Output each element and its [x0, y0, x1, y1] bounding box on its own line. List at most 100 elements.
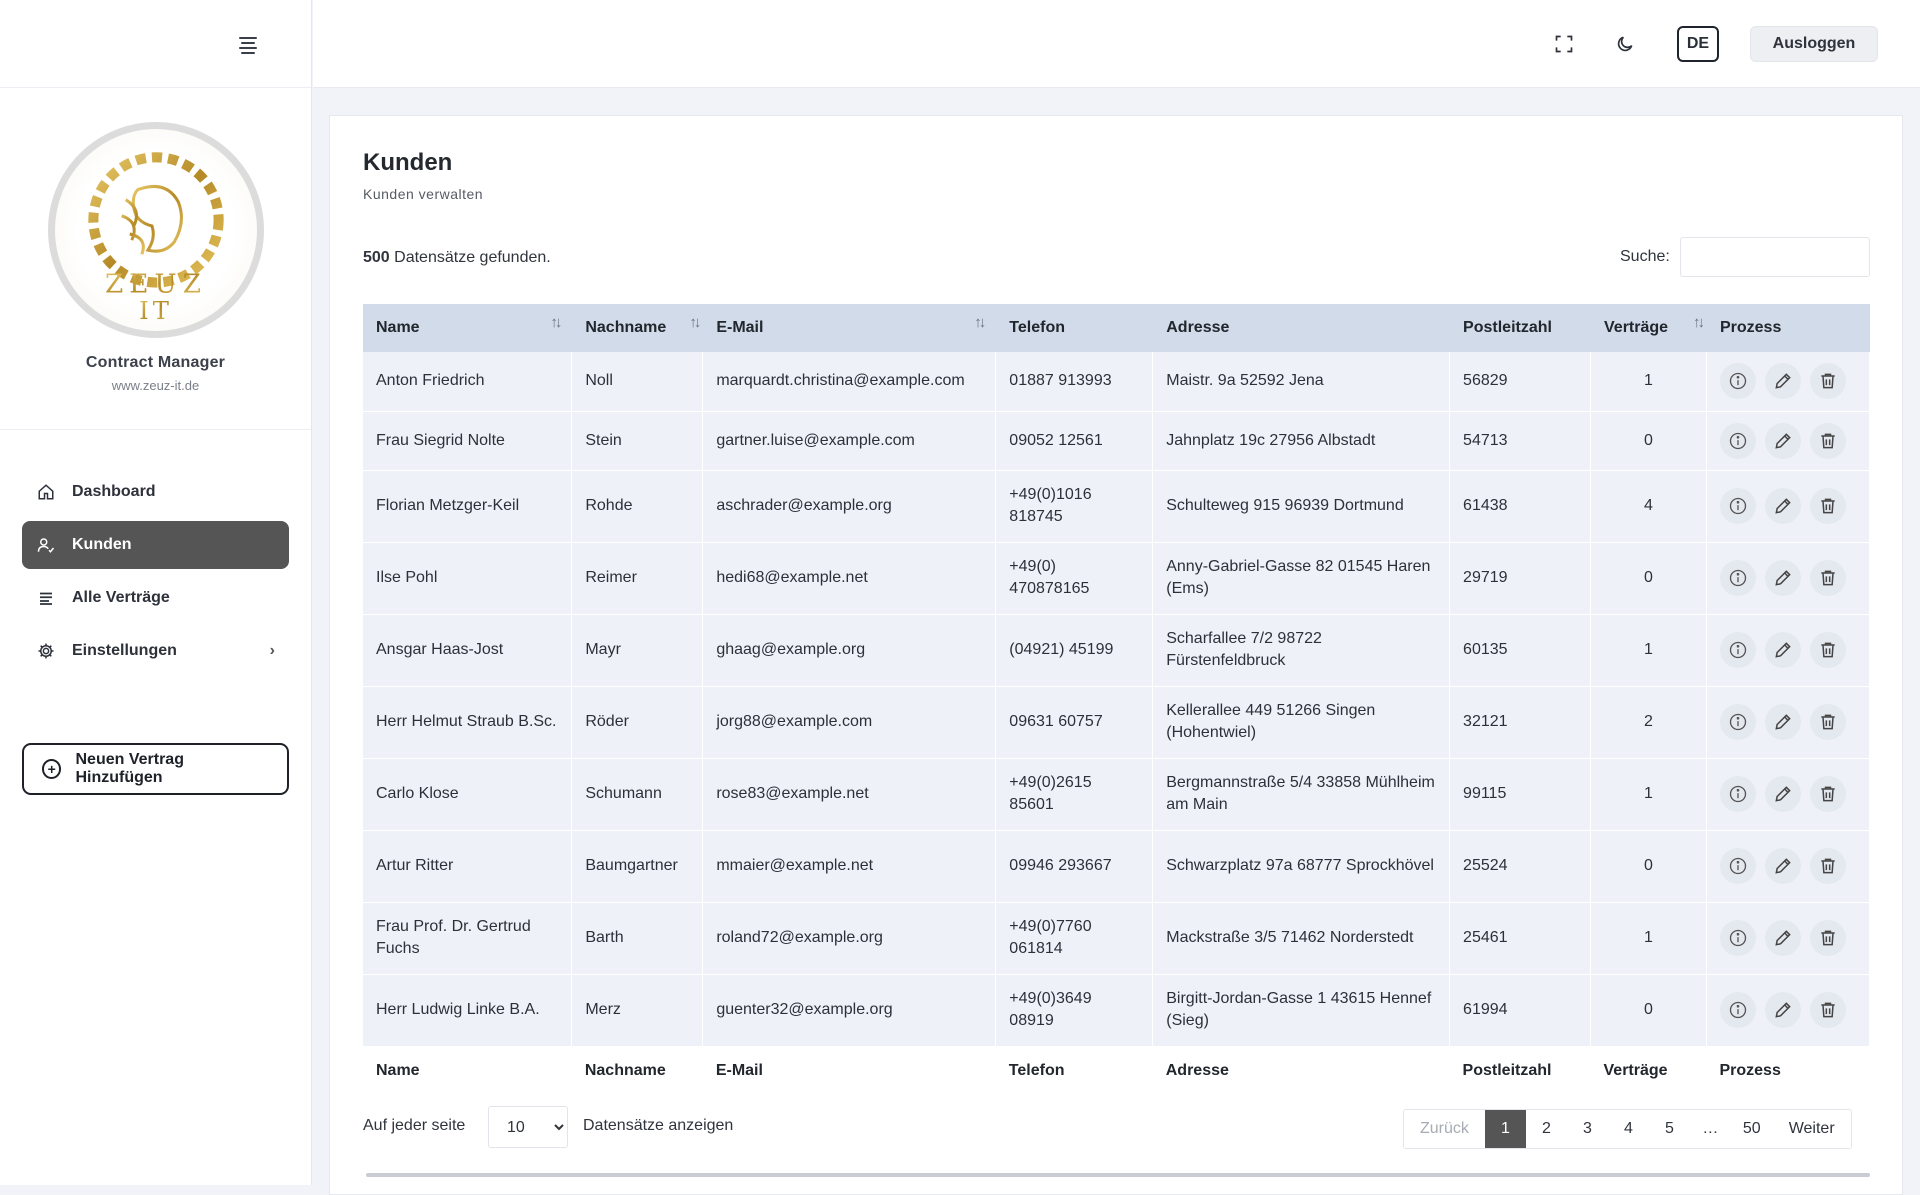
- column-header-label: Adresse: [1166, 319, 1230, 336]
- delete-icon[interactable]: [1809, 632, 1846, 668]
- edit-icon[interactable]: [1764, 704, 1801, 740]
- sidebar-item-kunden[interactable]: Kunden: [22, 521, 289, 569]
- table-header-row: Name ↑↓ Nachname ↑↓ E-Mail ↑↓ Telefon Adres…: [363, 304, 1871, 352]
- row-actions: [1719, 422, 1856, 459]
- record-count-text: Datensätze gefunden.: [394, 249, 551, 266]
- delete-icon[interactable]: [1809, 920, 1846, 956]
- footer-label-name: Name: [363, 1045, 572, 1096]
- delete-icon[interactable]: [1809, 363, 1846, 400]
- column-header-name[interactable]: Name ↑↓: [363, 304, 573, 352]
- info-icon[interactable]: [1719, 920, 1756, 956]
- sidebar-item-alle-vertraege[interactable]: Alle Verträge: [22, 574, 289, 622]
- edit-icon[interactable]: [1764, 992, 1801, 1028]
- per-page-select[interactable]: 10: [488, 1106, 568, 1148]
- pagination-next-button[interactable]: Weiter: [1772, 1110, 1851, 1148]
- logout-button[interactable]: Ausloggen: [1750, 26, 1878, 62]
- add-contract-button[interactable]: + Neuen Vertrag Hinzufügen: [22, 743, 289, 795]
- sort-icon[interactable]: ↑↓: [689, 314, 701, 331]
- menu-toggle-icon[interactable]: [236, 34, 260, 54]
- cell-vertraege: 4: [1590, 470, 1707, 543]
- column-header-vertraege[interactable]: Verträge ↑↓: [1590, 304, 1707, 352]
- per-page-label: Auf jeder seite: [363, 1117, 466, 1134]
- cell-postleitzahl: 54713: [1449, 411, 1592, 471]
- cell-email: roland72@example.org: [702, 902, 997, 975]
- sidebar-item-label: Einstellungen: [72, 642, 177, 659]
- company-url: www.zeuz-it.de: [111, 378, 200, 393]
- row-actions: [1719, 920, 1856, 956]
- per-page-suffix: Datensätze anzeigen: [583, 1117, 734, 1134]
- edit-icon[interactable]: [1764, 363, 1801, 400]
- delete-icon[interactable]: [1809, 776, 1846, 812]
- info-icon[interactable]: [1719, 776, 1756, 812]
- cell-telefon: +49(0)2615 85601: [995, 758, 1154, 831]
- pagination-page-2[interactable]: 2: [1525, 1110, 1567, 1148]
- column-header-nachname[interactable]: Nachname ↑↓: [571, 304, 704, 352]
- delete-icon[interactable]: [1809, 848, 1846, 884]
- info-icon[interactable]: [1719, 363, 1756, 400]
- info-icon[interactable]: [1719, 560, 1756, 596]
- sidebar-header: [0, 0, 311, 88]
- info-icon[interactable]: [1719, 704, 1756, 740]
- info-icon[interactable]: [1719, 422, 1756, 459]
- cell-vertraege: 0: [1590, 974, 1707, 1047]
- sort-icon[interactable]: ↑↓: [550, 314, 562, 331]
- sort-icon[interactable]: ↑↓: [1693, 314, 1705, 331]
- sidebar-item-label: Dashboard: [72, 483, 156, 500]
- logo-text-bottom: IT: [139, 296, 173, 325]
- cell-nachname: Merz: [571, 974, 704, 1047]
- edit-icon[interactable]: [1764, 632, 1801, 668]
- cell-vertraege: 1: [1590, 758, 1707, 831]
- sidebar-item-einstellungen[interactable]: Einstellungen ›: [22, 627, 289, 675]
- cell-email: aschrader@example.org: [702, 470, 997, 543]
- delete-icon[interactable]: [1809, 422, 1846, 459]
- info-icon[interactable]: [1719, 992, 1756, 1028]
- edit-icon[interactable]: [1764, 920, 1801, 956]
- app-name: Contract Manager: [85, 354, 226, 371]
- horizontal-scrollbar[interactable]: [366, 1173, 1870, 1177]
- user-check-icon: [36, 535, 56, 555]
- pagination-page-1[interactable]: 1: [1484, 1110, 1526, 1148]
- table-row: Florian Metzger-Keil Rohde aschrader@examp…: [363, 470, 1871, 543]
- cell-adresse: Maistr. 9a 52592 Jena: [1152, 352, 1451, 412]
- footer-label-email: E-Mail: [702, 1045, 996, 1096]
- cell-telefon: 09946 293667: [995, 830, 1154, 903]
- delete-icon[interactable]: [1809, 488, 1846, 524]
- cell-adresse: Bergmannstraße 5/4 33858 Mühlheim am Mai…: [1152, 758, 1451, 831]
- edit-icon[interactable]: [1764, 776, 1801, 812]
- sidebar-item-label: Alle Verträge: [72, 589, 170, 606]
- info-icon[interactable]: [1719, 488, 1756, 524]
- edit-icon[interactable]: [1764, 560, 1801, 596]
- column-header-email[interactable]: E-Mail ↑↓: [702, 304, 997, 352]
- footer-label-adresse: Adresse: [1152, 1045, 1450, 1096]
- language-switch-button[interactable]: DE: [1677, 26, 1719, 62]
- sort-icon[interactable]: ↑↓: [974, 314, 986, 331]
- delete-icon[interactable]: [1809, 704, 1846, 740]
- cell-name: Frau Siegrid Nolte: [363, 411, 573, 471]
- column-header-telefon: Telefon: [995, 304, 1154, 352]
- table-row: Herr Ludwig Linke B.A. Merz guenter32@exam…: [363, 974, 1871, 1047]
- pagination-page-last[interactable]: 50: [1730, 1110, 1773, 1148]
- delete-icon[interactable]: [1809, 992, 1846, 1028]
- info-icon[interactable]: [1719, 848, 1756, 884]
- cell-telefon: +49(0)7760 061814: [995, 902, 1154, 975]
- edit-icon[interactable]: [1764, 422, 1801, 459]
- search-input[interactable]: [1680, 237, 1870, 277]
- info-icon[interactable]: [1719, 632, 1756, 668]
- column-header-label: Nachname: [585, 319, 667, 336]
- pagination-prev-button[interactable]: Zurück: [1404, 1110, 1485, 1148]
- cell-telefon: (04921) 45199: [995, 614, 1154, 687]
- pagination-page-4[interactable]: 4: [1607, 1110, 1649, 1148]
- table-row: Ansgar Haas-Jost Mayr ghaag@example.org (04…: [363, 614, 1871, 687]
- page-subtitle: Kunden verwalten: [363, 186, 484, 202]
- edit-icon[interactable]: [1764, 848, 1801, 884]
- fullscreen-icon[interactable]: [1552, 32, 1576, 56]
- sidebar-item-dashboard[interactable]: Dashboard: [22, 468, 289, 516]
- delete-icon[interactable]: [1809, 560, 1846, 596]
- pagination-page-5[interactable]: 5: [1648, 1110, 1690, 1148]
- cell-prozess: [1706, 411, 1871, 471]
- edit-icon[interactable]: [1764, 488, 1801, 524]
- pagination-page-3[interactable]: 3: [1566, 1110, 1608, 1148]
- cell-name: Artur Ritter: [363, 830, 573, 903]
- cell-prozess: [1706, 614, 1871, 687]
- dark-mode-icon[interactable]: [1613, 32, 1637, 56]
